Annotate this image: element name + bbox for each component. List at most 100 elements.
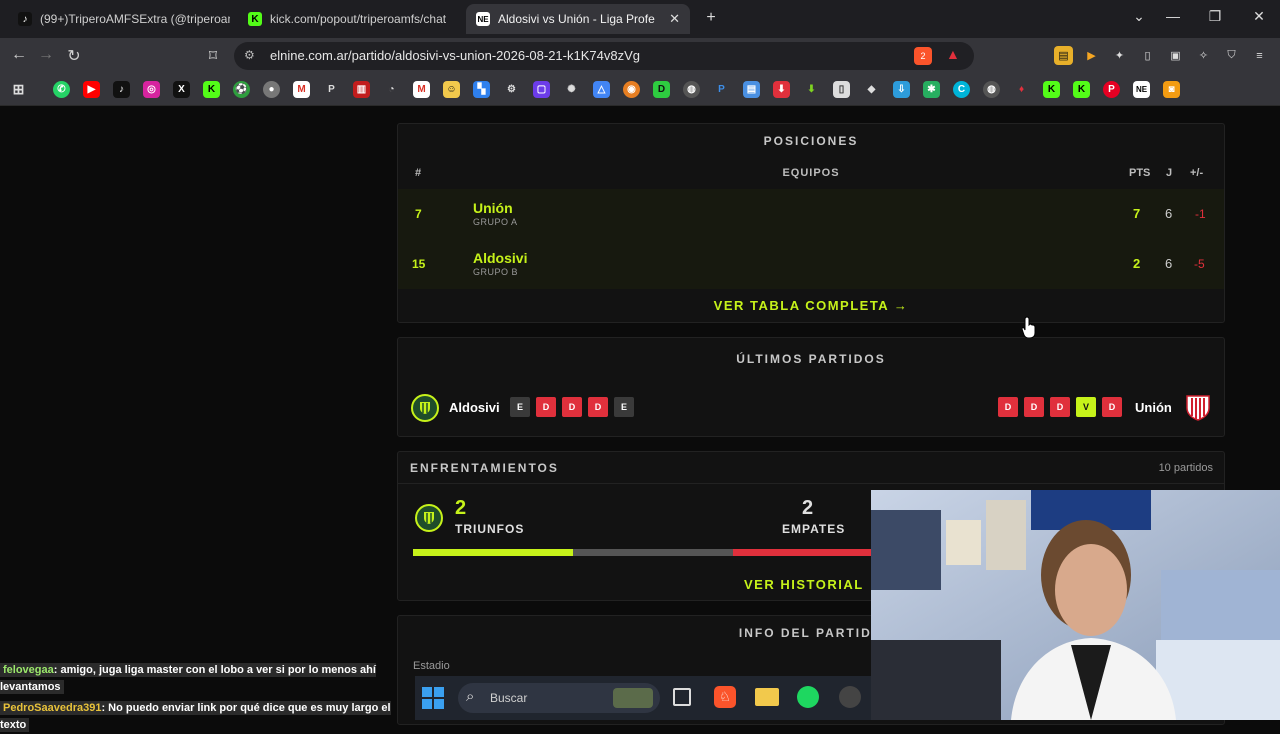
menu-icon[interactable]: ≡	[1250, 46, 1269, 65]
form-chip[interactable]: D	[1024, 397, 1044, 417]
tab-elnine-match[interactable]: NE Aldosivi vs Unión - Liga Profesion ✕	[466, 4, 690, 34]
close-tab-icon[interactable]: ✕	[669, 11, 680, 27]
pinterest-icon[interactable]: P	[1103, 81, 1120, 98]
new-tab-button[interactable]: +	[699, 9, 723, 27]
whatsapp-icon[interactable]: ✆	[53, 81, 70, 98]
x-twitter-icon[interactable]: X	[173, 81, 190, 98]
globe-2-icon[interactable]: ◍	[983, 81, 1000, 98]
standings-card: POSICIONES # EQUIPOS PTS J +/- 7 Unión G…	[397, 123, 1225, 323]
canva-icon[interactable]: C	[953, 81, 970, 98]
tab-tiktok[interactable]: ♪ (99+)TriperoAMFSExtra (@triperoamf	[8, 6, 230, 32]
wallet-icon[interactable]: ▣	[1166, 46, 1185, 65]
gmail-2-icon[interactable]: M	[413, 81, 430, 98]
full-table-link[interactable]: VER TABLA COMPLETA →	[398, 298, 1224, 313]
form-chip[interactable]: D	[588, 397, 608, 417]
form-chip[interactable]: D	[1050, 397, 1070, 417]
draws-label: EMPATES	[782, 522, 846, 536]
taskbar-search[interactable]: ⌕ Buscar	[458, 683, 660, 713]
chat-username[interactable]: felovegaa	[3, 664, 54, 676]
paypal-2-icon[interactable]: P	[713, 81, 730, 98]
gmail-icon[interactable]: M	[293, 81, 310, 98]
row-pts: 2	[1133, 256, 1141, 271]
windows-start-icon[interactable]	[422, 687, 444, 714]
gear-bookmark-icon[interactable]: ⚙	[503, 81, 520, 98]
form-chip[interactable]: D	[998, 397, 1018, 417]
soccer-icon[interactable]: ⚽	[233, 81, 250, 98]
maximize-icon[interactable]: ❐	[1203, 8, 1227, 25]
paypal-icon[interactable]: P	[323, 81, 340, 98]
chatgpt-icon[interactable]: ✺	[563, 81, 580, 98]
sidebar-toggle-icon[interactable]: ▯	[1138, 46, 1157, 65]
tiktok-bookmark-icon[interactable]: ♪	[113, 81, 130, 98]
wins-value: 2	[455, 497, 467, 519]
form-chip[interactable]: D	[1102, 397, 1122, 417]
task-view-icon[interactable]	[673, 688, 691, 706]
epic-icon[interactable]: ◆	[863, 81, 880, 98]
file-icon[interactable]: ▯	[833, 81, 850, 98]
orange-square-icon[interactable]: ◙	[1163, 81, 1180, 98]
table-row[interactable]: 7 Unión GRUPO A 7 6 -1	[398, 189, 1224, 239]
rewards-triangle-icon[interactable]: ▲	[946, 46, 960, 62]
green-star-icon[interactable]: ✱	[923, 81, 940, 98]
reload-icon[interactable]: ↻	[64, 46, 84, 66]
purple-app-icon[interactable]: ▢	[533, 81, 550, 98]
red-app-icon[interactable]: ♦	[1013, 81, 1030, 98]
form-chip[interactable]: E	[510, 397, 530, 417]
home-team-name[interactable]: Aldosivi	[449, 400, 500, 415]
youtube-icon[interactable]: ▶	[83, 81, 100, 98]
row-team[interactable]: Unión	[473, 200, 513, 216]
wallet-extension-icon[interactable]: ▤	[1054, 46, 1073, 65]
tab-search-chevron-icon[interactable]: ⌄	[1127, 8, 1151, 25]
tiktok-icon: ♪	[18, 12, 32, 26]
kick-bookmark-icon[interactable]: K	[203, 81, 220, 98]
play-extension-icon[interactable]: ▶	[1082, 46, 1101, 65]
form-chip[interactable]: D	[562, 397, 582, 417]
away-team-name[interactable]: Unión	[1135, 400, 1172, 415]
spotify-icon[interactable]	[797, 686, 819, 708]
leo-ai-icon[interactable]: ✧	[1194, 46, 1213, 65]
last-matches-title: ÚLTIMOS PARTIDOS	[736, 352, 886, 366]
brave-shields-icon[interactable]: 2	[914, 47, 932, 65]
site-info-icon[interactable]: ⚙	[244, 48, 255, 62]
stats-icon[interactable]: ▥	[353, 81, 370, 98]
row-team[interactable]: Aldosivi	[473, 250, 527, 266]
blue-square-icon[interactable]: ▚	[473, 81, 490, 98]
download-red-icon[interactable]: ⬇	[773, 81, 790, 98]
kick-icon: K	[248, 12, 262, 26]
row-rank: 7	[415, 207, 422, 221]
file-explorer-icon[interactable]	[755, 688, 779, 706]
chat-text: : amigo, juga liga master con el lobo a …	[0, 664, 376, 693]
form-chip[interactable]: V	[1076, 397, 1096, 417]
back-icon[interactable]: ←	[9, 46, 29, 64]
puzzle-extensions-icon[interactable]: ✦	[1110, 46, 1129, 65]
brave-taskbar-icon[interactable]: ♘	[714, 686, 736, 708]
game-icon[interactable]: ☺	[443, 81, 460, 98]
table-row[interactable]: 15 Aldosivi GRUPO B 2 6 -5	[398, 239, 1224, 289]
forward-icon[interactable]: →	[36, 46, 56, 64]
form-chip[interactable]: D	[536, 397, 556, 417]
orange-app-icon[interactable]: ◉	[623, 81, 640, 98]
chat-username[interactable]: PedroSaavedra391	[3, 702, 101, 714]
globe-icon[interactable]: ◍	[683, 81, 700, 98]
kick-3-icon[interactable]: K	[1073, 81, 1090, 98]
download-green-icon[interactable]: ⬇	[803, 81, 820, 98]
close-window-icon[interactable]: ✕	[1247, 8, 1271, 25]
form-chip[interactable]: E	[614, 397, 634, 417]
download-blue-icon[interactable]: ⇩	[893, 81, 910, 98]
history-link[interactable]: VER HISTORIAL →	[744, 577, 883, 592]
vpn-shield-icon[interactable]: ⛉	[1222, 46, 1241, 65]
app-taskbar-icon[interactable]	[839, 686, 861, 708]
minimize-icon[interactable]: —	[1161, 8, 1185, 24]
docs-icon[interactable]: ▤	[743, 81, 760, 98]
circle-app-icon[interactable]: ●	[263, 81, 280, 98]
bookmark-icon[interactable]: ⌑	[203, 46, 223, 66]
circle-bookmark-icon[interactable]: ◔	[383, 81, 400, 98]
kick-2-icon[interactable]: K	[1043, 81, 1060, 98]
address-bar[interactable]: ⚙ elnine.com.ar/partido/aldosivi-vs-unio…	[234, 42, 974, 70]
d-app-icon[interactable]: D	[653, 81, 670, 98]
apps-grid-icon[interactable]: ⊞	[10, 81, 27, 98]
tab-kick-chat[interactable]: K kick.com/popout/triperoamfs/chat	[238, 6, 460, 32]
elnine-bookmark-icon[interactable]: NE	[1133, 81, 1150, 98]
instagram-icon[interactable]: ◎	[143, 81, 160, 98]
drive-icon[interactable]: △	[593, 81, 610, 98]
